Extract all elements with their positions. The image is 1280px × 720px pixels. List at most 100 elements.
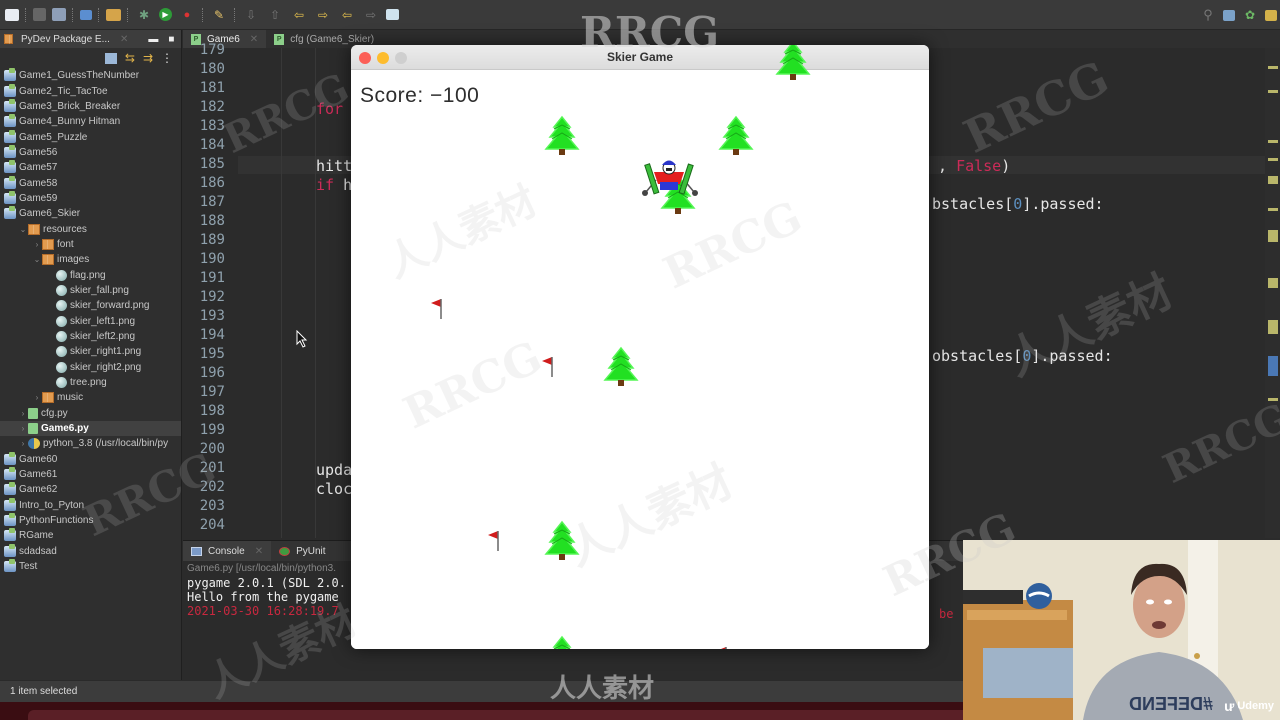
filter-icon[interactable]: ⇉ xyxy=(143,51,153,65)
minimize-view-icon[interactable]: ▬ xyxy=(148,34,158,45)
link-with-editor-icon[interactable]: ⇆ xyxy=(125,51,135,65)
new-project-icon[interactable] xyxy=(106,8,121,21)
chevron-right-icon[interactable]: › xyxy=(18,439,28,448)
chevron-right-icon[interactable]: › xyxy=(32,240,42,249)
ruler-mark[interactable] xyxy=(1268,158,1278,161)
run-last-icon[interactable]: ● xyxy=(178,7,196,23)
tree-item[interactable]: skier_left2.png xyxy=(0,329,181,344)
ruler-mark[interactable] xyxy=(1268,176,1278,184)
save-icon[interactable] xyxy=(33,8,46,21)
tree-item[interactable]: Game61 xyxy=(0,467,181,482)
run-icon[interactable]: ▶ xyxy=(159,8,172,21)
tree-item[interactable]: Game3_Brick_Breaker xyxy=(0,98,181,114)
tree-item[interactable]: PythonFunctions xyxy=(0,513,181,528)
tab-console[interactable]: Console ✕ xyxy=(183,541,272,561)
back-icon[interactable]: ⇦ xyxy=(290,7,308,23)
tree-item[interactable]: › font xyxy=(0,237,181,252)
java-perspective-icon[interactable] xyxy=(1265,9,1277,21)
game-canvas[interactable]: Score: −100 xyxy=(351,45,929,649)
tree-item[interactable]: ⌄ resources xyxy=(0,221,181,236)
tree-item[interactable]: Game59 xyxy=(0,190,181,206)
tree-item[interactable]: › music xyxy=(0,390,181,405)
tree-item[interactable]: Game58 xyxy=(0,175,181,190)
project-icon xyxy=(4,129,16,143)
tree-item[interactable]: Test xyxy=(0,559,181,574)
overview-ruler[interactable] xyxy=(1265,48,1280,538)
maximize-view-icon[interactable]: ■ xyxy=(168,34,174,45)
tree-item[interactable]: Game62 xyxy=(0,482,181,497)
tree-item[interactable]: flag.png xyxy=(0,267,181,282)
ruler-mark[interactable] xyxy=(1268,90,1278,93)
tree-item[interactable]: ⌄ images xyxy=(0,252,181,267)
tree-item[interactable]: › python_3.8 (/usr/local/bin/py xyxy=(0,436,181,451)
perspective-icon[interactable] xyxy=(1223,9,1235,21)
forward-icon[interactable]: ⇨ xyxy=(314,7,332,23)
open-type-icon[interactable] xyxy=(80,9,92,20)
tree-item[interactable]: › Game6.py xyxy=(0,420,181,437)
next-annotation-icon[interactable]: ⇩ xyxy=(242,7,260,23)
tree-item[interactable]: Game1_GuessTheNumber xyxy=(0,68,181,83)
line-number: 180 xyxy=(199,61,225,77)
ruler-mark[interactable] xyxy=(1268,208,1278,211)
chevron-down-icon[interactable]: ⌄ xyxy=(18,225,28,234)
code-text: cloc xyxy=(316,480,353,498)
chevron-right-icon[interactable]: › xyxy=(18,409,28,418)
tree-item[interactable]: tree.png xyxy=(0,375,181,390)
ruler-mark[interactable] xyxy=(1268,230,1278,242)
ruler-mark[interactable] xyxy=(1268,140,1278,143)
project-tree: Game1_GuessTheNumber Game2_Tic_TacToe Game… xyxy=(0,68,181,574)
tab-pyunit[interactable]: PyUnit xyxy=(271,541,333,561)
posters xyxy=(983,648,1073,698)
game-window-titlebar[interactable]: Skier Game xyxy=(351,45,929,70)
chevron-right-icon[interactable]: › xyxy=(32,393,42,402)
udemy-brand-text: Udemy xyxy=(1237,700,1274,712)
view-menu-icon[interactable]: ⋮ xyxy=(161,51,173,65)
tree-item[interactable]: Game60 xyxy=(0,451,181,467)
mouse-cursor-icon xyxy=(296,330,308,348)
close-tab-icon[interactable]: ✕ xyxy=(250,34,258,45)
tree-item[interactable]: Game4_Bunny Hitman xyxy=(0,114,181,129)
open-perspective-icon[interactable] xyxy=(386,9,399,20)
tree-item[interactable]: Intro_to_Pyton xyxy=(0,497,181,513)
collapse-all-icon[interactable] xyxy=(104,52,117,64)
tree-item[interactable]: › cfg.py xyxy=(0,406,181,421)
new-file-icon[interactable] xyxy=(5,8,19,21)
close-window-button[interactable] xyxy=(359,52,371,64)
tree-item[interactable]: Game6_Skier xyxy=(0,206,181,221)
package-explorer-tab[interactable]: PyDev Package E... ✕ ▬ ■ xyxy=(0,30,181,48)
tree-item[interactable]: sdadsad xyxy=(0,543,181,559)
ruler-mark[interactable] xyxy=(1268,66,1278,69)
tree-item[interactable]: skier_forward.png xyxy=(0,298,181,313)
ruler-mark[interactable] xyxy=(1268,398,1278,401)
tree-item[interactable]: skier_left1.png xyxy=(0,314,181,329)
debug-icon[interactable]: ✱ xyxy=(135,7,153,23)
line-number: 183 xyxy=(199,118,225,134)
code-line-202: cloc xyxy=(316,480,352,498)
close-tab-icon[interactable]: ✕ xyxy=(255,546,263,557)
tree-item[interactable]: Game57 xyxy=(0,160,181,175)
folder-icon xyxy=(28,223,40,235)
tree-item[interactable]: Game2_Tic_TacToe xyxy=(0,83,181,98)
tree-item[interactable]: skier_right1.png xyxy=(0,344,181,359)
search-icon[interactable]: ⚲ xyxy=(1199,7,1217,23)
minimize-window-button[interactable] xyxy=(377,52,389,64)
edit-icon[interactable]: ✎ xyxy=(210,7,228,23)
zoom-window-button[interactable] xyxy=(395,52,407,64)
python-file-icon: P xyxy=(274,33,285,45)
tree-item[interactable]: skier_right2.png xyxy=(0,360,181,375)
ruler-mark[interactable] xyxy=(1268,278,1278,288)
tree-item[interactable]: Game56 xyxy=(0,144,181,160)
close-icon[interactable]: ✕ xyxy=(120,34,128,45)
tree-item[interactable]: RGame xyxy=(0,528,181,543)
tree-item[interactable]: Game5_Puzzle xyxy=(0,129,181,144)
ruler-mark[interactable] xyxy=(1268,320,1278,334)
chevron-right-icon[interactable]: › xyxy=(18,424,28,433)
pydev-perspective-icon[interactable]: ✿ xyxy=(1241,7,1259,23)
prev-annotation-icon[interactable]: ⇧ xyxy=(266,7,284,23)
tree-item[interactable]: skier_fall.png xyxy=(0,283,181,298)
chevron-down-icon[interactable]: ⌄ xyxy=(32,255,42,264)
save-all-icon[interactable] xyxy=(52,8,66,21)
last-edit-icon[interactable]: ⇦ xyxy=(338,7,356,23)
nav-forward-icon[interactable]: ⇨ xyxy=(362,7,380,23)
ruler-scroll-thumb[interactable] xyxy=(1268,356,1278,376)
